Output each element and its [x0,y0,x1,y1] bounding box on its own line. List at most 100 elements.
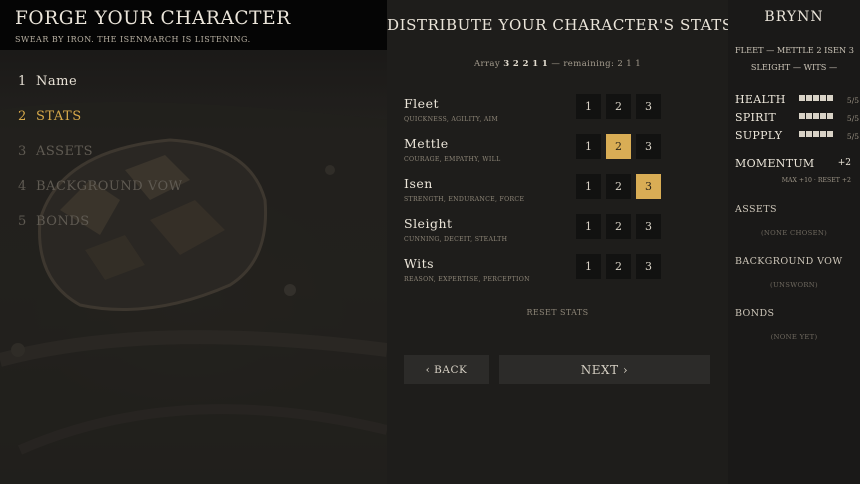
stat-option-3[interactable]: 3 [636,94,661,119]
step-label: Bonds [36,214,90,229]
stat-options: 1 2 3 [576,254,661,279]
pip [799,95,805,101]
step-background-vow[interactable]: 4 Background Vow [18,179,183,214]
stat-description: courage, empathy, will [404,156,501,163]
meter-health: Health 5/5 [735,93,859,107]
meter-value: 5/5 [846,114,859,123]
step-name[interactable]: 1 Name [18,74,183,109]
step-label: Name [36,74,78,89]
stat-options: 1 2 3 [576,214,661,239]
stat-option-2[interactable]: 2 [606,134,631,159]
stat-options: 1 2 3 [576,174,661,199]
background-vow-empty: (unsworn) [770,281,818,289]
character-name: BRYNN [764,9,824,25]
array-summary: Array 3 2 2 1 1 — remaining: 2 1 1 [387,59,728,69]
stat-option-3[interactable]: 3 [636,254,661,279]
stat-option-2[interactable]: 2 [606,174,631,199]
step-assets[interactable]: 3 Assets [18,144,183,179]
step-number: 4 [18,179,27,194]
stats-panel: Distribute your character's stats. Array… [387,0,738,484]
stat-name: Wits [404,256,435,271]
stat-description: quickness, agility, aim [404,116,499,123]
stat-option-3[interactable]: 3 [636,134,661,159]
stat-option-1[interactable]: 1 [576,254,601,279]
stat-name: Isen [404,176,433,191]
stat-row-fleet: Fleet quickness, agility, aim 1 2 3 [404,94,684,136]
next-button[interactable]: Next › [499,355,710,384]
pip [806,95,812,101]
step-label: Assets [36,144,94,159]
meter-value: 5/5 [846,96,859,105]
stat-option-1[interactable]: 1 [576,214,601,239]
step-bonds[interactable]: 5 Bonds [18,214,183,249]
stat-description: strength, endurance, force [404,196,525,203]
stat-row-mettle: Mettle courage, empathy, will 1 2 3 [404,134,684,176]
stat-row-isen: Isen strength, endurance, force 1 2 3 [404,174,684,216]
pip [820,95,826,101]
meter-label: Supply [735,129,783,142]
bonds-heading: Bonds [735,308,775,319]
stat-summary-line-1: Fleet — Mettle 2 Isen 3 [735,45,854,55]
stat-summary-line-2: Sleight — Wits — [750,62,838,72]
step-stats[interactable]: 2 Stats [18,109,183,144]
stat-name: Sleight [404,216,453,231]
stat-option-2[interactable]: 2 [606,94,631,119]
stat-option-2[interactable]: 2 [606,214,631,239]
array-values: 3 2 2 1 1 [503,59,549,69]
meter-spirit: Spirit 5/5 [735,111,859,125]
step-label: Stats [36,109,82,124]
meter-pips [799,113,833,119]
bonds-empty: (none yet) [770,333,818,341]
stat-description: cunning, deceit, stealth [404,236,508,243]
page-subtitle: Swear by iron. The Isenmarch is listenin… [15,35,251,44]
stat-option-3[interactable]: 3 [636,174,661,199]
assets-heading: Assets [735,204,777,215]
page-title: Forge your Character [15,8,291,29]
pip [813,131,819,137]
pip [806,113,812,119]
array-remaining-values: 2 1 1 [617,59,642,69]
background-vow-heading: Background Vow [735,256,843,267]
creation-steps-panel: Forge your Character Swear by iron. The … [0,0,387,484]
pip [799,131,805,137]
back-button[interactable]: ‹ Back [404,355,489,384]
meter-label: Spirit [735,111,777,124]
stats-heading: Distribute your character's stats. [387,16,738,34]
step-number: 5 [18,214,27,229]
meter-label: Health [735,93,786,106]
momentum-value: +2 [837,158,851,168]
step-number: 3 [18,144,27,159]
stat-option-1[interactable]: 1 [576,94,601,119]
assets-empty: (none chosen) [760,229,828,237]
momentum-label: Momentum [735,157,815,170]
pip [827,131,833,137]
stat-option-1[interactable]: 1 [576,174,601,199]
character-summary-panel: BRYNN Fleet — Mettle 2 Isen 3 Sleight — … [728,0,860,484]
meter-value: 5/5 [846,132,859,141]
pip [806,131,812,137]
stat-description: reason, expertise, perception [404,276,530,283]
meter-pips [799,95,833,101]
stat-name: Mettle [404,136,449,151]
pip [799,113,805,119]
stat-row-sleight: Sleight cunning, deceit, stealth 1 2 3 [404,214,684,256]
pip [827,113,833,119]
step-list: 1 Name 2 Stats 3 Assets 4 Background Vow… [18,74,183,249]
meter-supply: Supply 5/5 [735,129,859,143]
pip [820,113,826,119]
pip [827,95,833,101]
meter-pips [799,131,833,137]
step-label: Background Vow [36,179,183,194]
step-number: 2 [18,109,27,124]
stat-row-wits: Wits reason, expertise, perception 1 2 3 [404,254,684,296]
momentum-limits: max +10 · reset +2 [781,177,851,184]
stat-option-2[interactable]: 2 [606,254,631,279]
pip [813,95,819,101]
reset-stats-button[interactable]: reset stats [387,308,728,317]
pip [813,113,819,119]
stat-option-3[interactable]: 3 [636,214,661,239]
stat-option-1[interactable]: 1 [576,134,601,159]
stat-options: 1 2 3 [576,134,661,159]
pip [820,131,826,137]
stat-name: Fleet [404,96,439,111]
